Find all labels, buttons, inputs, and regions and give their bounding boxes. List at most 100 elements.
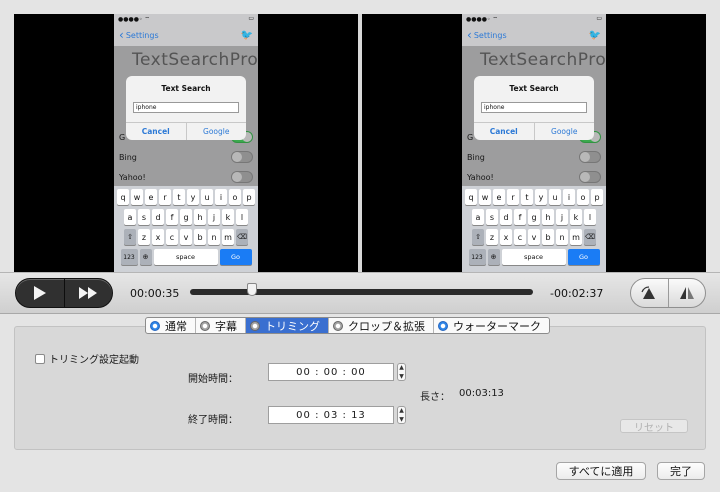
- trim-enable-checkbox[interactable]: トリミング設定起動: [35, 351, 139, 366]
- output-preview: ●●●●◦ ⌔ ▭ ‹ Settings 🐦 TextSearchPro G Bin…: [362, 14, 706, 272]
- key: k: [570, 209, 582, 225]
- key: d: [152, 209, 164, 225]
- twitter-icon: 🐦: [240, 29, 253, 41]
- end-time-stepper[interactable]: ▲ ▼: [397, 406, 406, 424]
- alert-buttons: Cancel Google: [126, 122, 246, 140]
- key: s: [138, 209, 150, 225]
- key: x: [152, 229, 164, 245]
- keyboard-row-3: ⇧ z x c v b n m ⌫: [464, 229, 604, 245]
- key: p: [243, 189, 255, 205]
- key-go: Go: [219, 249, 252, 265]
- chevron-up-icon: ▲: [399, 364, 404, 371]
- trim-enable-label: トリミング設定起動: [49, 355, 139, 366]
- signal-icon: ●●●●◦ ⌔: [118, 16, 151, 23]
- length-value: 00:03:13: [459, 388, 504, 399]
- keyboard-row-2: asdfghjkl: [464, 209, 604, 225]
- tab-normal[interactable]: 通常: [146, 318, 196, 333]
- keyboard-row-1: qwertyuiop: [464, 189, 604, 205]
- radio-icon: [333, 320, 343, 331]
- keyboard: qwertyuiop asdfghjkl ⇧ z x c v b n m ⌫ 123 ⊕ space…: [462, 186, 606, 272]
- key: z: [138, 229, 150, 245]
- nav-back: ‹ Settings: [467, 29, 507, 41]
- settings-panel: [14, 326, 706, 450]
- tab-crop[interactable]: クロップ＆拡張: [329, 318, 434, 333]
- flip-icon: [679, 287, 694, 299]
- checkbox-icon: [35, 353, 45, 364]
- key: h: [194, 209, 206, 225]
- signal-icon: ●●●●◦ ⌔: [466, 16, 499, 23]
- tab-watermark[interactable]: ウォーターマーク: [434, 318, 549, 333]
- fast-forward-button[interactable]: [65, 279, 113, 307]
- mode-tabs: 通常 字幕 トリミング クロップ＆拡張 ウォーターマーク: [145, 317, 550, 334]
- key: q: [117, 189, 129, 205]
- key: v: [528, 229, 540, 245]
- length-label: 長さ：: [420, 392, 450, 403]
- end-time-label: 終了時間：: [188, 415, 238, 426]
- alert-google-button: Google: [551, 127, 578, 136]
- key: u: [201, 189, 213, 205]
- playback-controls: [15, 278, 113, 308]
- transform-controls: [630, 278, 706, 308]
- flip-button[interactable]: [669, 279, 706, 307]
- battery-icon: ▭: [596, 15, 602, 22]
- play-button[interactable]: [16, 279, 65, 307]
- backspace-icon: ⌫: [236, 229, 248, 245]
- key: c: [514, 229, 526, 245]
- key: w: [479, 189, 491, 205]
- keyboard: qwertyuiop asdfghjkl ⇧ z x c v b n m ⌫ 123 ⊕ space…: [114, 186, 258, 272]
- key: t: [521, 189, 533, 205]
- key: o: [229, 189, 241, 205]
- rotate-button[interactable]: [631, 279, 669, 307]
- tab-trimming[interactable]: トリミング: [246, 318, 329, 333]
- key: z: [486, 229, 498, 245]
- key: w: [131, 189, 143, 205]
- timeline-thumb[interactable]: [246, 283, 257, 296]
- timeline-slider[interactable]: [190, 289, 533, 295]
- nav-back-label: Settings: [125, 30, 159, 40]
- key-space: space: [153, 249, 218, 265]
- keyboard-row-2: asdfghjkl: [116, 209, 256, 225]
- key: t: [173, 189, 185, 205]
- nav-bar: ‹ Settings 🐦: [462, 24, 606, 46]
- key: s: [486, 209, 498, 225]
- key: u: [549, 189, 561, 205]
- phone-screen: ●●●●◦ ⌔ ▭ ‹ Settings 🐦 TextSearchPro G Bin…: [114, 14, 258, 272]
- fast-forward-icon: [79, 287, 98, 299]
- alert-title: Text Search: [161, 84, 211, 93]
- key: y: [535, 189, 547, 205]
- reset-button[interactable]: リセット: [620, 419, 688, 434]
- key: k: [222, 209, 234, 225]
- key: e: [145, 189, 157, 205]
- chevron-up-icon: ▲: [399, 407, 404, 414]
- key: a: [472, 209, 484, 225]
- chevron-left-icon: ‹: [467, 28, 472, 42]
- start-time-stepper[interactable]: ▲ ▼: [397, 363, 406, 381]
- key: h: [542, 209, 554, 225]
- chevron-down-icon: ▼: [399, 416, 404, 423]
- twitter-icon: 🐦: [588, 29, 601, 41]
- key: j: [208, 209, 220, 225]
- key: q: [465, 189, 477, 205]
- end-time-field[interactable]: 00 : 03 : 13: [268, 406, 394, 424]
- keyboard-row-4: 123 ⊕ space Go: [116, 249, 256, 265]
- key: i: [215, 189, 227, 205]
- tab-subtitle[interactable]: 字幕: [196, 318, 246, 333]
- radio-icon: [150, 320, 160, 331]
- key: c: [166, 229, 178, 245]
- key-num: 123: [468, 249, 486, 265]
- battery-icon: ▭: [248, 15, 254, 22]
- preview-area: ●●●●◦ ⌔ ▭ ‹ Settings 🐦 TextSearchPro G Bin…: [14, 14, 706, 272]
- start-time-field[interactable]: 00 : 00 : 00: [268, 363, 394, 381]
- alert-dialog: Text Search iphone Cancel Google: [474, 76, 594, 140]
- key-num: 123: [120, 249, 138, 265]
- chevron-left-icon: ‹: [119, 28, 124, 42]
- key-space: space: [501, 249, 566, 265]
- done-button[interactable]: 完了: [657, 462, 705, 480]
- key: a: [124, 209, 136, 225]
- alert-cancel-button: Cancel: [474, 123, 535, 140]
- alert-dialog: Text Search iphone Cancel Google: [126, 76, 246, 140]
- globe-icon: ⊕: [139, 249, 152, 265]
- play-icon: [33, 286, 46, 300]
- key: r: [159, 189, 171, 205]
- apply-all-button[interactable]: すべてに適用: [556, 462, 646, 480]
